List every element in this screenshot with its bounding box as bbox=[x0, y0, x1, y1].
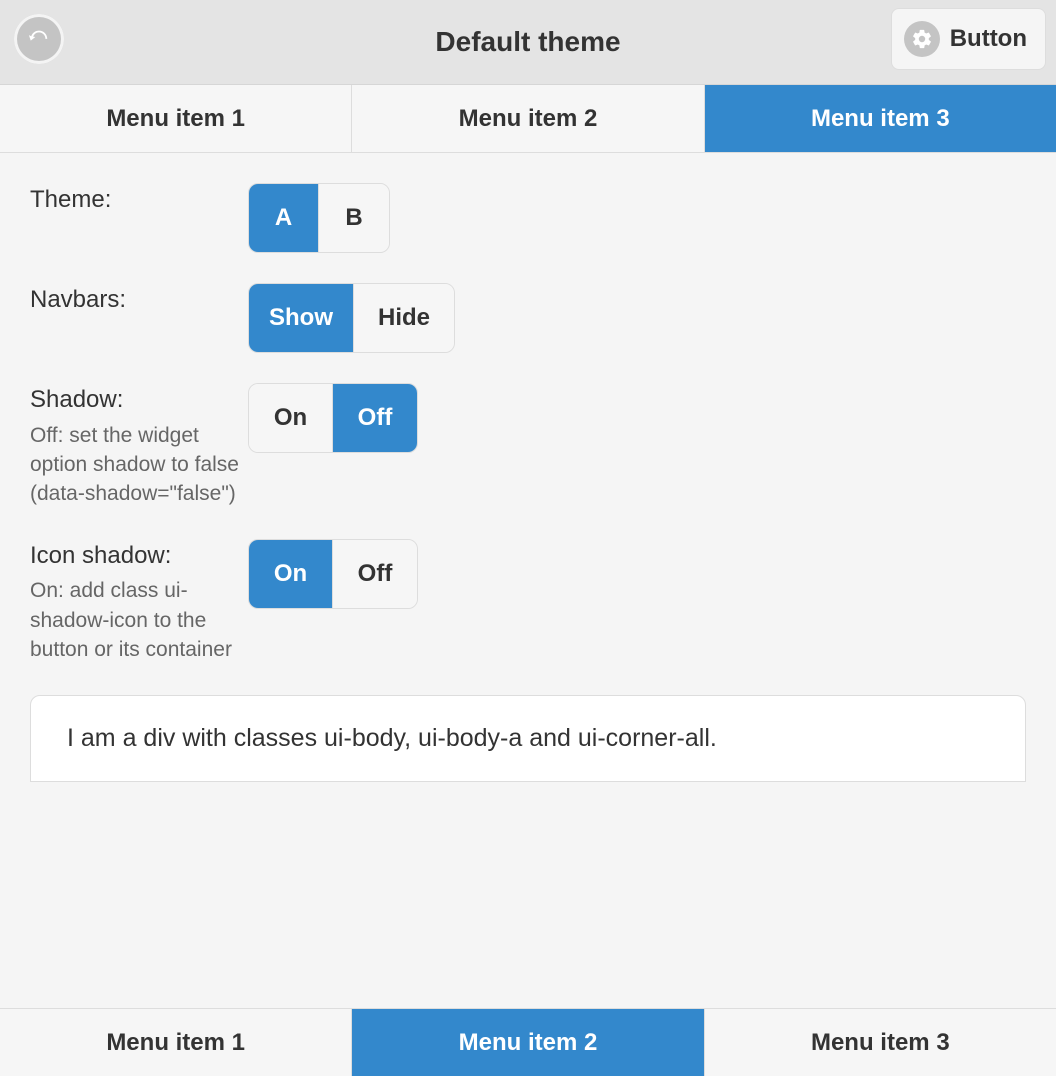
body-demo-text: I am a div with classes ui-body, ui-body… bbox=[67, 724, 717, 752]
shadow-label: Shadow: bbox=[30, 386, 123, 413]
body-demo-box: I am a div with classes ui-body, ui-body… bbox=[30, 695, 1026, 782]
footer-tab-3[interactable]: Menu item 3 bbox=[705, 1009, 1056, 1076]
top-tab-2[interactable]: Menu item 2 bbox=[352, 85, 704, 152]
shadow-label-block: Shadow: Off: set the widget option shado… bbox=[30, 383, 248, 509]
theme-option-b[interactable]: B bbox=[319, 184, 389, 252]
icon-shadow-label: Icon shadow: bbox=[30, 542, 171, 569]
top-tab-1-label: Menu item 1 bbox=[106, 105, 245, 133]
footer-tab-2-label: Menu item 2 bbox=[459, 1029, 598, 1057]
theme-label: Theme: bbox=[30, 183, 248, 217]
navbars-label: Navbars: bbox=[30, 283, 248, 317]
header-bar: Default theme Button bbox=[0, 0, 1056, 85]
icon-shadow-option-on-label: On bbox=[274, 560, 307, 588]
shadow-control: On Off bbox=[248, 383, 418, 453]
back-icon bbox=[28, 26, 50, 53]
icon-shadow-option-on[interactable]: On bbox=[249, 540, 333, 608]
footer-tab-1-label: Menu item 1 bbox=[106, 1029, 245, 1057]
theme-option-a[interactable]: A bbox=[249, 184, 319, 252]
shadow-option-on[interactable]: On bbox=[249, 384, 333, 452]
theme-option-a-label: A bbox=[275, 204, 292, 232]
theme-control: A B bbox=[248, 183, 390, 253]
theme-option-b-label: B bbox=[345, 204, 362, 232]
navbars-option-show-label: Show bbox=[269, 304, 333, 332]
top-tab-2-label: Menu item 2 bbox=[459, 105, 598, 133]
settings-button-label: Button bbox=[950, 25, 1027, 53]
navbars-option-hide[interactable]: Hide bbox=[354, 284, 454, 352]
icon-shadow-desc: On: add class ui-shadow-icon to the butt… bbox=[30, 576, 248, 664]
top-tab-3-label: Menu item 3 bbox=[811, 105, 950, 133]
content-area: Theme: A B Navbars: Show Hide Shadow: Of… bbox=[0, 153, 1056, 782]
shadow-option-on-label: On bbox=[274, 404, 307, 432]
footer-tab-1[interactable]: Menu item 1 bbox=[0, 1009, 352, 1076]
theme-row: Theme: A B bbox=[30, 183, 1026, 253]
footer-tab-2[interactable]: Menu item 2 bbox=[352, 1009, 704, 1076]
icon-shadow-row: Icon shadow: On: add class ui-shadow-ico… bbox=[30, 539, 1026, 665]
settings-button[interactable]: Button bbox=[891, 8, 1046, 70]
icon-shadow-option-off[interactable]: Off bbox=[333, 540, 417, 608]
footer-navbar: Menu item 1 Menu item 2 Menu item 3 bbox=[0, 1008, 1056, 1076]
gear-icon bbox=[904, 21, 940, 57]
navbars-option-hide-label: Hide bbox=[378, 304, 430, 332]
navbars-row: Navbars: Show Hide bbox=[30, 283, 1026, 353]
icon-shadow-control: On Off bbox=[248, 539, 418, 609]
shadow-desc: Off: set the widget option shadow to fal… bbox=[30, 421, 248, 509]
back-button[interactable] bbox=[14, 14, 64, 64]
shadow-option-off[interactable]: Off bbox=[333, 384, 417, 452]
top-tab-3[interactable]: Menu item 3 bbox=[705, 85, 1056, 152]
icon-shadow-label-block: Icon shadow: On: add class ui-shadow-ico… bbox=[30, 539, 248, 665]
shadow-option-off-label: Off bbox=[358, 404, 393, 432]
navbars-control: Show Hide bbox=[248, 283, 455, 353]
top-navbar: Menu item 1 Menu item 2 Menu item 3 bbox=[0, 85, 1056, 153]
footer-tab-3-label: Menu item 3 bbox=[811, 1029, 950, 1057]
top-tab-1[interactable]: Menu item 1 bbox=[0, 85, 352, 152]
navbars-option-show[interactable]: Show bbox=[249, 284, 354, 352]
shadow-row: Shadow: Off: set the widget option shado… bbox=[30, 383, 1026, 509]
icon-shadow-option-off-label: Off bbox=[358, 560, 393, 588]
